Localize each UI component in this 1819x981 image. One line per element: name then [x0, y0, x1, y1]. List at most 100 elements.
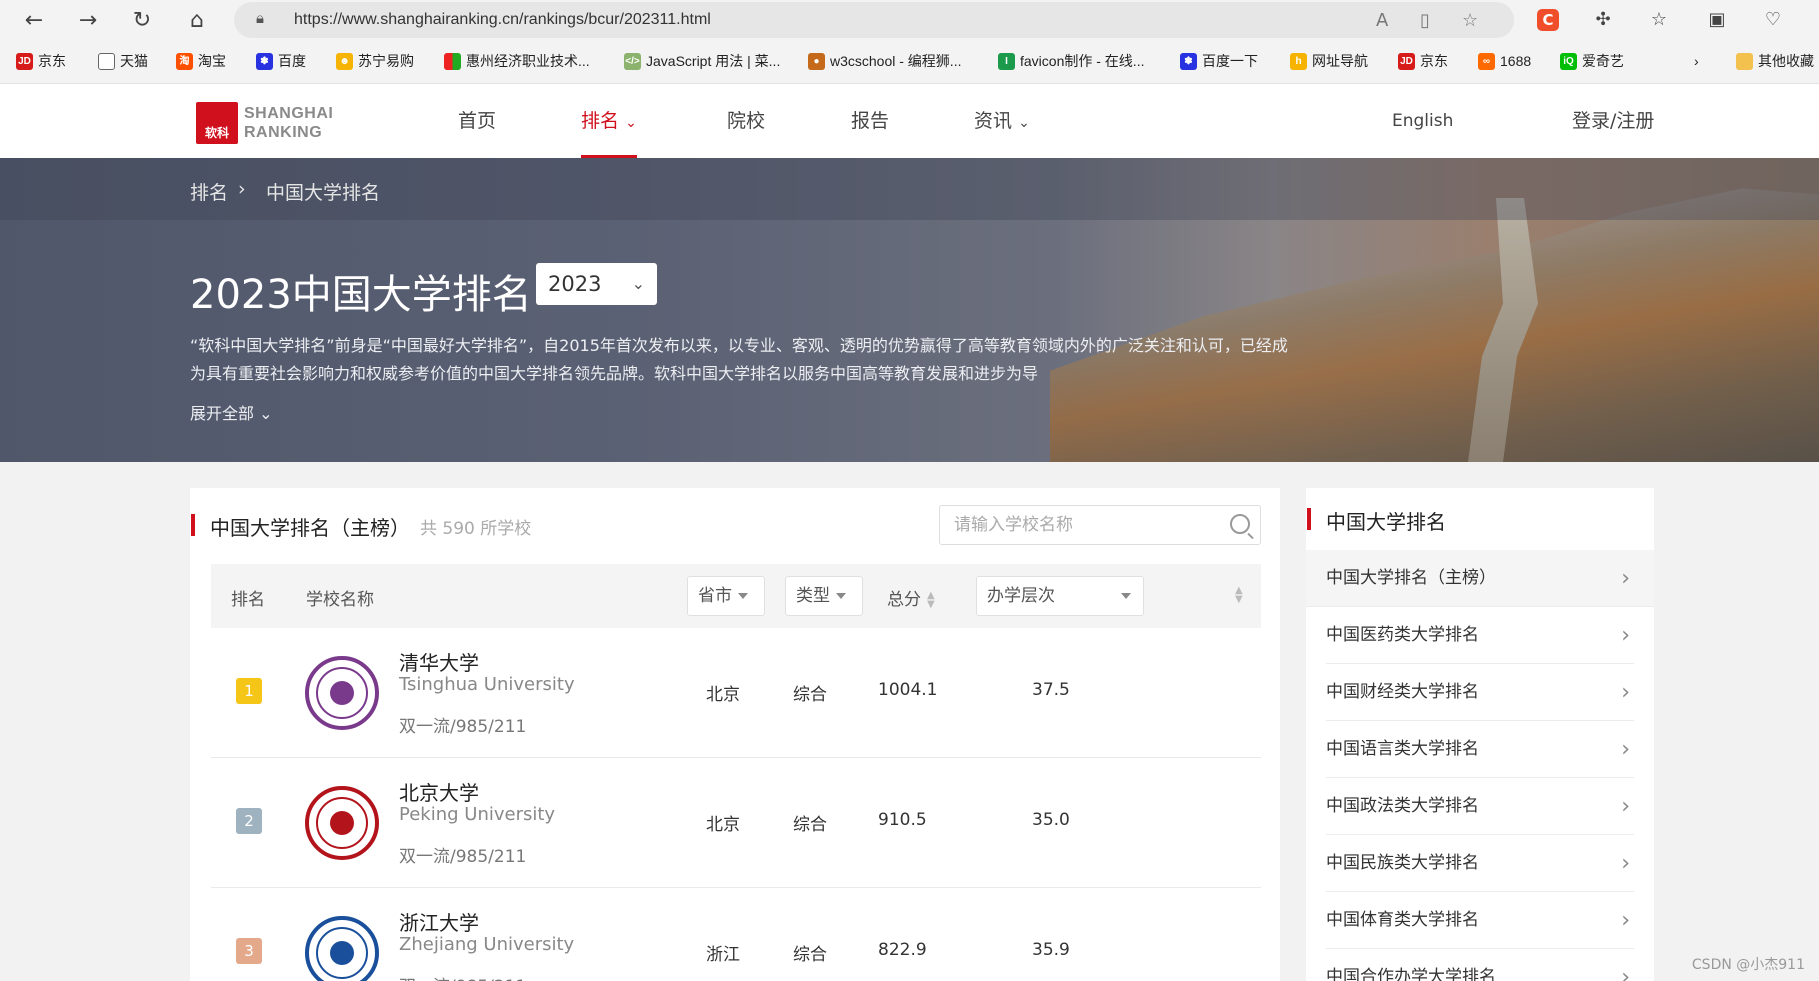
- nav-rankings[interactable]: 排名 ⌄: [581, 84, 637, 158]
- university-name-en: Tsinghua University: [399, 674, 575, 695]
- home-icon[interactable]: ⌂: [183, 7, 211, 35]
- url-text[interactable]: https://www.shanghairanking.cn/rankings/…: [294, 11, 711, 29]
- table-row[interactable]: 2 北京大学 Peking University 双一流/985/211 北京 综合 910…: [211, 758, 1261, 888]
- jd-icon: JD: [1398, 52, 1415, 70]
- sidebar-item[interactable]: 中国大学排名（主榜） ›: [1306, 550, 1654, 607]
- score-cell: 910.5: [878, 810, 927, 830]
- runoob-icon: </>: [624, 52, 641, 70]
- province-cell: 浙江: [706, 945, 740, 965]
- chevron-right-icon: ›: [1621, 965, 1630, 981]
- iqiyi-icon: iQ: [1560, 52, 1577, 70]
- university-name-en: Zhejiang University: [399, 934, 575, 955]
- header-score-sort[interactable]: 总分 ▲ ▼: [887, 585, 935, 610]
- breadcrumb-rankings[interactable]: 排名: [190, 178, 228, 205]
- bookmarks-bar: JD 京东 天猫 淘淘宝 ✽ 百度 ☻ 苏宁易购 惠州经济职业技术... </> Jav…: [0, 42, 1819, 78]
- login-register-link[interactable]: 登录/注册: [1572, 84, 1654, 158]
- search-icon[interactable]: [1230, 514, 1250, 534]
- page-title: 2023中国大学排名: [190, 272, 532, 318]
- favorite-star-icon[interactable]: ☆: [1462, 10, 1478, 31]
- bookmark-item[interactable]: JD 京东: [16, 50, 66, 72]
- header-name: 学校名称: [306, 590, 374, 610]
- table-row[interactable]: 3 浙江大学Zhejiang University 双一流/985/211 浙江 综合 8…: [211, 888, 1261, 981]
- extension-c-icon[interactable]: C: [1537, 9, 1559, 31]
- level-filter[interactable]: 办学层次: [976, 576, 1144, 616]
- ranking-description: “软科中国大学排名”前身是“中国最好大学排名”，自2015年首次发布以来，以专业…: [190, 336, 1288, 383]
- nav-universities[interactable]: 院校: [727, 84, 765, 158]
- taobao-icon: 淘: [176, 52, 193, 70]
- reload-icon[interactable]: ↻: [128, 7, 156, 35]
- university-name-cn[interactable]: 北京大学: [399, 777, 479, 806]
- bookmark-item[interactable]: h 网址导航: [1290, 50, 1368, 72]
- page-icon: [98, 52, 115, 70]
- level-cell: 35.0: [1032, 810, 1070, 830]
- shanghai-ranking-logo[interactable]: 软科 SHANGHAI RANKING: [196, 102, 333, 144]
- other-bookmarks[interactable]: 其他收藏: [1736, 50, 1814, 72]
- university-tags: 双一流/985/211: [399, 847, 527, 867]
- university-name-en: Peking University: [399, 804, 556, 825]
- sidebar-item[interactable]: 中国政法类大学排名 ›: [1326, 778, 1634, 835]
- level-sort-icon[interactable]: ▲ ▼: [1229, 585, 1243, 605]
- bookmark-item[interactable]: 淘淘宝: [176, 50, 226, 72]
- bookmark-item[interactable]: ∞ 1688: [1478, 50, 1531, 72]
- bookmark-item[interactable]: 惠州经济职业技术...: [444, 50, 590, 72]
- 1688-icon: ∞: [1478, 52, 1495, 70]
- sidebar-item[interactable]: 中国体育类大学排名 ›: [1326, 892, 1634, 949]
- favicon-tool-icon: I: [998, 52, 1015, 70]
- type-filter[interactable]: 类型: [785, 576, 863, 616]
- split-screen-icon[interactable]: ▯: [1420, 10, 1430, 31]
- folder-icon: [1736, 52, 1753, 70]
- type-cell: 综合: [793, 685, 827, 705]
- baidu-paw-icon: ✽: [1180, 52, 1197, 70]
- expand-all-link[interactable]: 展开全部 ⌄: [190, 400, 273, 424]
- province-filter[interactable]: 省市: [687, 576, 765, 616]
- year-select[interactable]: 2023 ⌄: [536, 263, 657, 305]
- ranking-sidebar: 中国大学排名 中国大学排名（主榜） › 中国医药类大学排名 › 中国财经类大学排名 › 中国…: [1306, 488, 1654, 981]
- bookmark-item[interactable]: iQ 爱奇艺: [1560, 50, 1624, 72]
- chevron-right-icon: ›: [238, 178, 246, 200]
- search-input[interactable]: [940, 506, 1260, 544]
- chevron-right-icon: ›: [1621, 794, 1630, 819]
- chevron-down-icon: ⌄: [259, 404, 273, 423]
- bookmark-item[interactable]: Ifavicon制作 - 在线...: [998, 50, 1144, 72]
- english-link[interactable]: English: [1392, 84, 1453, 158]
- windows-flag-icon: [444, 52, 461, 70]
- address-bar[interactable]: 🔒︎ https://www.shanghairanking.cn/rankin…: [234, 2, 1514, 38]
- university-name-cn[interactable]: 清华大学: [399, 647, 479, 676]
- nav-home[interactable]: 首页: [458, 84, 496, 158]
- chevron-right-icon: ›: [1621, 908, 1630, 933]
- bookmark-item[interactable]: ✽ 百度: [256, 50, 306, 72]
- health-icon[interactable]: ♡: [1760, 7, 1786, 33]
- favorites-icon[interactable]: ☆: [1646, 7, 1672, 33]
- table-row[interactable]: 1 清华大学 Tsinghua University 双一流/985/211 北京 综合 1…: [211, 628, 1261, 758]
- read-aloud-icon[interactable]: A: [1376, 10, 1388, 31]
- rank-badge: 2: [236, 808, 262, 834]
- province-cell: 北京: [706, 685, 740, 705]
- bookmark-item[interactable]: ✽ 百度一下: [1180, 50, 1258, 72]
- lock-icon: 🔒︎: [256, 9, 264, 27]
- nav-news[interactable]: 资讯 ⌄: [974, 84, 1030, 158]
- nav-reports[interactable]: 报告: [851, 84, 889, 158]
- university-name-cn[interactable]: 浙江大学: [399, 907, 479, 936]
- site-header: 软科 SHANGHAI RANKING 首页 排名 ⌄ 院校 报告 资讯 ⌄ E…: [0, 84, 1819, 158]
- back-icon[interactable]: ←: [20, 7, 48, 35]
- bookmarks-more-icon[interactable]: ›: [1694, 50, 1699, 72]
- watermark: CSDN @小杰911: [1691, 957, 1805, 973]
- chevron-right-icon: ›: [1621, 566, 1630, 591]
- forward-icon[interactable]: →: [74, 7, 102, 35]
- bookmark-item[interactable]: </> JavaScript 用法 | 菜...: [624, 50, 780, 72]
- score-cell: 1004.1: [878, 680, 938, 700]
- sidebar-item[interactable]: 中国语言类大学排名 ›: [1326, 721, 1634, 778]
- bookmark-item[interactable]: ☻ 苏宁易购: [336, 50, 414, 72]
- collections-icon[interactable]: ▣: [1704, 7, 1730, 33]
- sidebar-item[interactable]: 中国医药类大学排名 ›: [1326, 607, 1634, 664]
- sidebar-item[interactable]: 中国财经类大学排名 ›: [1326, 664, 1634, 721]
- jd-icon: JD: [16, 52, 33, 70]
- bookmark-item[interactable]: 天猫: [98, 50, 148, 72]
- chevron-right-icon: ›: [1621, 851, 1630, 876]
- bookmark-item[interactable]: ● w3cschool - 编程狮...: [808, 50, 961, 72]
- sidebar-item[interactable]: 中国民族类大学排名 ›: [1326, 835, 1634, 892]
- bookmark-item[interactable]: JD 京东: [1398, 50, 1448, 72]
- caret-down-icon: [738, 593, 748, 599]
- sidebar-item[interactable]: 中国合作办学大学排名 ›: [1326, 949, 1634, 981]
- extensions-icon[interactable]: ✣: [1590, 7, 1616, 33]
